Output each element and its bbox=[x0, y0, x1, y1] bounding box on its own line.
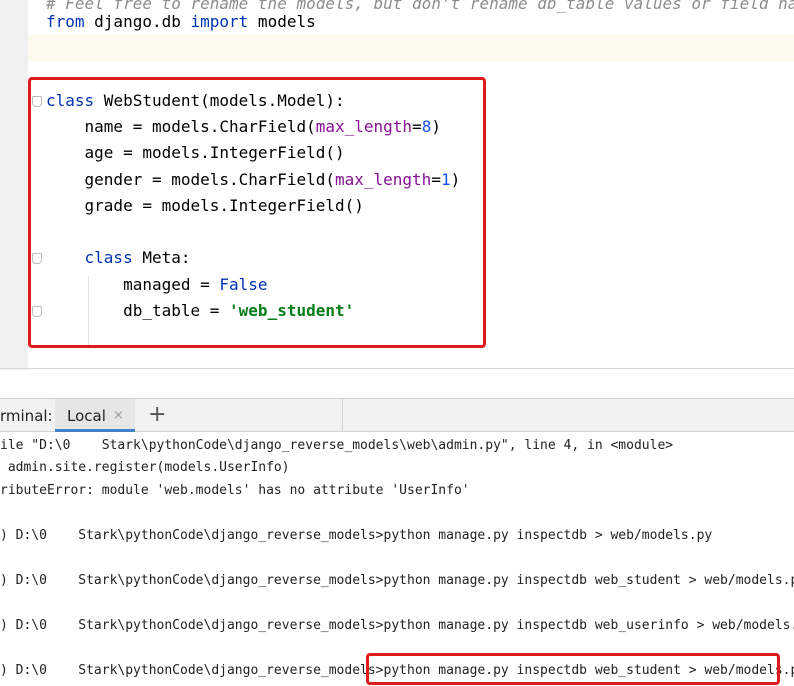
tab-local[interactable]: Local × bbox=[55, 399, 135, 432]
editor-divider bbox=[0, 368, 794, 369]
header-divider bbox=[342, 399, 343, 432]
terminal-line: ile "D:\0 Stark\pythonCode\django_revers… bbox=[0, 438, 674, 453]
terminal-title: rminal: bbox=[0, 407, 53, 425]
current-line-highlight bbox=[28, 35, 794, 61]
terminal-line: admin.site.register(models.UserInfo) bbox=[0, 460, 290, 475]
code-editor[interactable]: # Feel free to rename the models, but do… bbox=[0, 0, 794, 370]
tab-local-label: Local bbox=[67, 407, 106, 425]
terminal-line: ) D:\0 Stark\pythonCode\django_reverse_m… bbox=[0, 573, 794, 588]
editor-gutter bbox=[0, 0, 28, 370]
terminal-line: ) D:\0 Stark\pythonCode\django_reverse_m… bbox=[0, 528, 713, 543]
close-icon[interactable]: × bbox=[113, 408, 124, 423]
code-highlight-box bbox=[28, 77, 486, 348]
terminal-line: ributeError: module 'web.models' has no … bbox=[0, 483, 470, 498]
terminal-header: rminal: Local × + bbox=[0, 398, 794, 432]
add-tab-icon[interactable]: + bbox=[148, 402, 166, 427]
command-highlight-box bbox=[366, 653, 780, 685]
code-line-import: from django.db import models bbox=[46, 12, 316, 31]
terminal-line: ) D:\0 Stark\pythonCode\django_reverse_m… bbox=[0, 618, 794, 633]
terminal-output[interactable]: ile "D:\0 Stark\pythonCode\django_revers… bbox=[0, 432, 794, 686]
